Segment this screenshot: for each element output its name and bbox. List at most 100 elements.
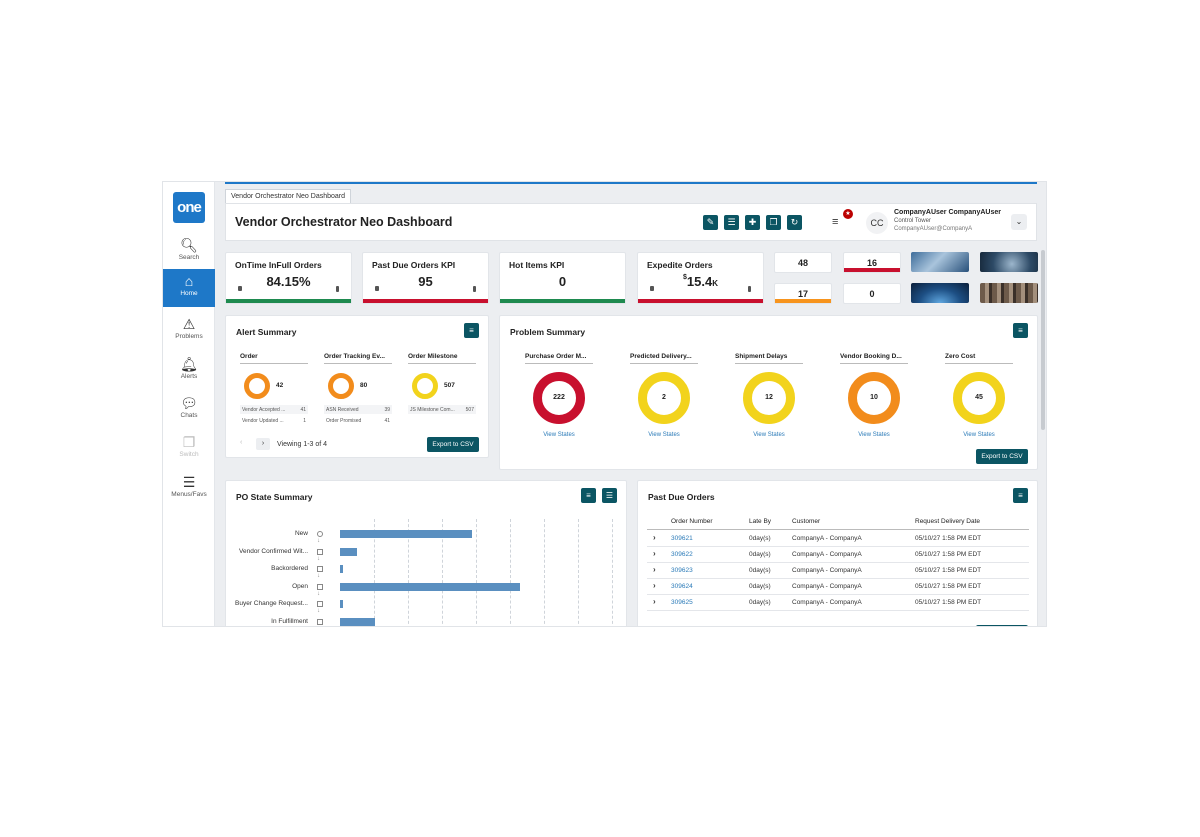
state-checkbox[interactable] [317,566,323,572]
kpi-expedite-orders[interactable]: Expedite Orders $15.4K [637,252,764,304]
order-number-link[interactable]: 309621 [671,535,693,542]
thumbnail-image[interactable] [980,252,1038,272]
sliders-icon: ≡ [1018,491,1023,500]
state-bar[interactable] [340,530,472,538]
add-button[interactable]: ✚ [745,215,760,230]
kpi-past-due-orders[interactable]: Past Due Orders KPI 95 [362,252,489,304]
thumbnail-image[interactable] [911,252,969,272]
column-header[interactable]: Predicted Delivery... [630,353,698,364]
state-checkbox[interactable] [317,548,323,555]
order-number-link[interactable]: 309623 [671,567,693,574]
view-states-link[interactable]: View States [844,432,904,438]
copy-button[interactable]: ❐ [766,215,781,230]
order-number-link[interactable]: 309622 [671,551,693,558]
mini-kpi-tile[interactable]: 48 [774,252,832,273]
list-button[interactable]: ☰ [724,215,739,230]
request-delivery-date: 05/10/27 1:58 PM EDT [915,535,982,542]
mini-kpi-value: 0 [869,289,875,299]
refresh-icon: ↻ [790,217,799,227]
state-bar[interactable] [340,547,358,556]
list-item[interactable]: ASN Received 39 [324,405,392,414]
export-csv-button[interactable]: Export to CSV [976,449,1028,464]
column-header[interactable]: Shipment Delays [735,353,803,364]
expand-chevron-right-icon[interactable]: › [653,581,656,590]
view-states-link[interactable]: View States [949,432,1009,438]
column-header[interactable]: Order [240,353,308,364]
expand-chevron-right-icon[interactable]: › [653,565,656,574]
prev-page-chevron-left-icon[interactable]: ‹ [240,439,242,446]
column-header[interactable]: Order Milestone [408,353,476,364]
mini-kpi-tile[interactable]: 16 [843,252,901,273]
sidebar-item-problems[interactable]: ⚠ Problems [163,312,215,350]
expand-chevron-right-icon[interactable]: › [653,549,656,558]
table-row[interactable]: › 309621 0day(s) CompanyA - CompanyA 05/… [647,531,1029,547]
filter-button[interactable]: ≡ [581,488,596,503]
next-page-chevron-right-icon[interactable]: › [256,438,270,450]
kpi-hot-items[interactable]: Hot Items KPI 0 [499,252,626,304]
list-button[interactable]: ☰ [602,488,617,503]
column-header[interactable]: Customer [792,518,820,525]
notifications-menu-icon[interactable]: ≡ [832,216,838,228]
sidebar-item-home[interactable]: ⌂ Home [163,269,215,307]
view-states-link[interactable]: View States [739,432,799,438]
state-bar[interactable] [340,565,344,573]
order-number-link[interactable]: 309625 [671,599,693,606]
arrow-down-icon: ↓ [317,555,320,562]
export-csv-button[interactable]: Export to CSV [427,437,479,452]
refresh-button[interactable]: ↻ [787,215,802,230]
donut-chart[interactable] [412,373,438,399]
sidebar-item-label: Chats [180,412,198,419]
table-row[interactable]: › 309624 0day(s) CompanyA - CompanyA 05/… [647,579,1029,595]
thumbnail-image[interactable] [980,283,1038,303]
donut-chart[interactable] [244,373,270,399]
column-header[interactable]: Order Number [671,518,713,525]
list-item[interactable]: Vendor Accepted ... 41 [240,405,308,414]
mini-kpi-tile[interactable]: 0 [843,283,901,304]
state-label: Buyer Change Request... [235,600,308,607]
sidebar-item-chats[interactable]: 💬︎ Chats [163,391,215,429]
column-header[interactable]: Purchase Order M... [525,353,593,364]
mini-kpi-tile[interactable]: 17 [774,283,832,304]
state-bar[interactable] [340,582,520,591]
filter-button[interactable]: ≡ [1013,323,1028,338]
list-item[interactable]: Vendor Updated ... 1 [240,416,308,425]
export-csv-button[interactable] [976,625,1028,626]
view-states-link[interactable]: View States [529,432,589,438]
sidebar-item-menus-favs[interactable]: ☰ Menus/Favs [163,470,215,508]
user-menu-chevron-down-icon[interactable]: ⌄ [1011,214,1027,230]
request-delivery-date: 05/10/27 1:58 PM EDT [915,551,982,558]
edit-button[interactable]: ✎ [703,215,718,230]
list-item[interactable]: Order Promised 41 [324,416,392,425]
state-checkbox[interactable] [317,618,323,625]
list-item[interactable]: JS Milestone Com... 507 [408,405,476,414]
view-states-link[interactable]: View States [634,432,694,438]
thumbnail-image[interactable] [911,283,969,303]
filter-button[interactable]: ≡ [464,323,479,338]
scrollbar[interactable] [1041,250,1045,430]
sidebar-item-alerts[interactable]: 🔔︎ Alerts [163,352,215,390]
column-header[interactable]: Request Delivery Date [915,518,980,525]
filter-button[interactable]: ≡ [1013,488,1028,503]
expand-chevron-right-icon[interactable]: › [653,533,656,542]
table-row[interactable]: › 309622 0day(s) CompanyA - CompanyA 05/… [647,547,1029,563]
table-row[interactable]: › 309625 0day(s) CompanyA - CompanyA 05/… [647,595,1029,611]
column-header[interactable]: Late By [749,518,771,525]
kpi-value: 84.15% [266,274,311,289]
kpi-ontime-infull[interactable]: OnTime InFull Orders 84.15% [225,252,352,304]
state-checkbox[interactable] [317,583,323,590]
avatar[interactable]: CC [866,212,888,234]
state-checkbox[interactable] [317,531,323,537]
state-bar[interactable] [340,600,344,608]
expand-chevron-right-icon[interactable]: › [653,597,656,606]
column-header[interactable]: Zero Cost [945,353,1013,364]
tab-dashboard[interactable]: Vendor Orchestrator Neo Dashboard [225,189,352,203]
donut-chart[interactable] [328,373,354,399]
state-checkbox[interactable] [317,601,323,607]
state-bar[interactable] [340,617,375,626]
order-number-link[interactable]: 309624 [671,583,693,590]
table-row[interactable]: › 309623 0day(s) CompanyA - CompanyA 05/… [647,563,1029,579]
column-header[interactable]: Order Tracking Ev... [324,353,392,364]
sidebar-item-search[interactable]: 🔍︎ Search [163,233,215,271]
column-header[interactable]: Vendor Booking D... [840,353,908,364]
donut-count: 10 [870,394,878,401]
